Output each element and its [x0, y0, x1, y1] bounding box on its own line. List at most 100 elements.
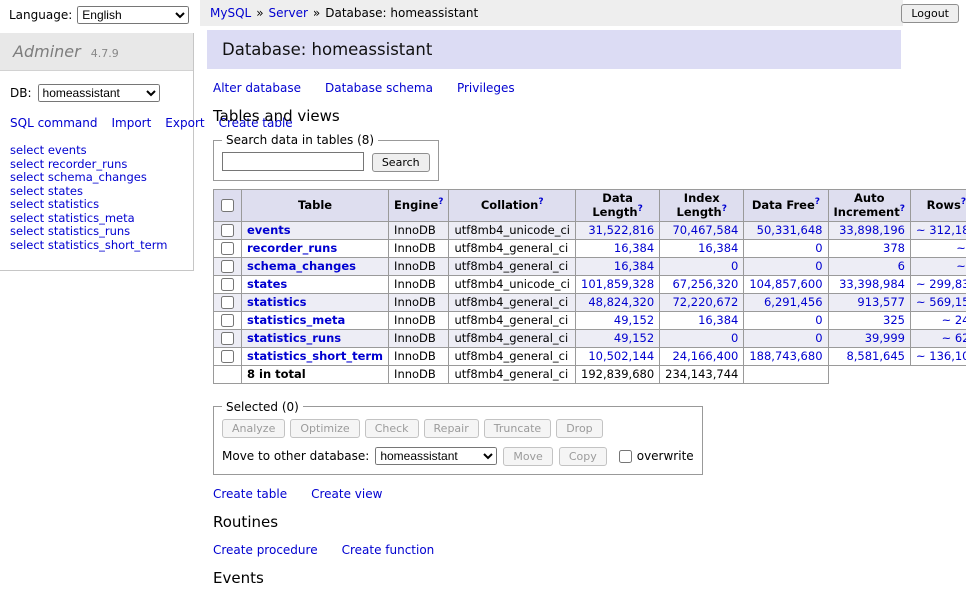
sidebar-table-link[interactable]: select statistics_runs [10, 224, 130, 238]
row-select-checkbox[interactable] [221, 260, 234, 273]
index-length-link[interactable]: 0 [731, 331, 738, 345]
selected-action-button[interactable]: Truncate [484, 419, 551, 438]
selected-action-button[interactable]: Analyze [222, 419, 285, 438]
copy-button[interactable]: Copy [559, 447, 607, 466]
table-name-link[interactable]: statistics_meta [247, 313, 345, 327]
rows-count-link[interactable]: ~ 3 [956, 259, 966, 273]
auto-increment-link[interactable]: 913,577 [857, 295, 905, 309]
sidebar-table-link[interactable]: select states [10, 184, 83, 198]
sidebar-link[interactable]: Import [111, 116, 151, 130]
data-length-link[interactable]: 16,384 [614, 259, 654, 273]
row-select-checkbox[interactable] [221, 332, 234, 345]
sidebar-table-link[interactable]: select schema_changes [10, 170, 147, 184]
create-link[interactable]: Create table [213, 487, 287, 501]
engine-help-link[interactable]: ? [438, 197, 443, 207]
auto-increment-help-link[interactable]: ? [900, 204, 905, 214]
data-length-link[interactable]: 49,152 [614, 313, 654, 327]
data-free-link[interactable]: 0 [815, 331, 822, 345]
db-action-link[interactable]: Database schema [325, 81, 433, 95]
data-length-link[interactable]: 101,859,328 [581, 277, 654, 291]
data-length-link[interactable]: 49,152 [614, 331, 654, 345]
index-length-link[interactable]: 70,467,584 [672, 223, 738, 237]
index-length-link[interactable]: 67,256,320 [672, 277, 738, 291]
search-button[interactable]: Search [372, 153, 430, 172]
language-select[interactable]: English [77, 6, 189, 24]
logout-button[interactable]: Logout [901, 4, 959, 23]
db-select[interactable]: homeassistant [38, 84, 160, 102]
rows-count-link[interactable]: ~ 136,108 [916, 349, 966, 363]
collation-help-link[interactable]: ? [538, 197, 543, 207]
data-length-help-link[interactable]: ? [638, 204, 643, 214]
auto-increment-link[interactable]: 8,581,645 [846, 349, 905, 363]
index-length-link[interactable]: 72,220,672 [672, 295, 738, 309]
index-length-link[interactable]: 0 [731, 259, 738, 273]
data-length-link[interactable]: 31,522,816 [588, 223, 654, 237]
auto-increment-link[interactable]: 33,898,196 [839, 223, 905, 237]
index-length-link[interactable]: 16,384 [698, 313, 738, 327]
select-all-checkbox[interactable] [221, 199, 234, 212]
data-free-link[interactable]: 0 [815, 313, 822, 327]
breadcrumb-mysql-link[interactable]: MySQL [210, 6, 251, 20]
db-action-link[interactable]: Privileges [457, 81, 515, 95]
selected-action-button[interactable]: Optimize [290, 419, 359, 438]
overwrite-checkbox[interactable] [619, 450, 632, 463]
table-name-link[interactable]: events [247, 223, 291, 237]
table-name-link[interactable]: statistics_runs [247, 331, 341, 345]
table-name-link[interactable]: statistics_short_term [247, 349, 383, 363]
move-db-select[interactable]: homeassistant [375, 447, 497, 465]
move-button[interactable]: Move [503, 447, 553, 466]
data-free-link[interactable]: 0 [815, 259, 822, 273]
table-name-link[interactable]: states [247, 277, 287, 291]
rows-count-link[interactable]: ~ 244 [942, 313, 966, 327]
table-name-link[interactable]: schema_changes [247, 259, 356, 273]
rows-count-link[interactable]: ~ 569,159 [916, 295, 966, 309]
sidebar-table-link[interactable]: select statistics_short_term [10, 238, 167, 252]
data-free-link[interactable]: 50,331,648 [757, 223, 823, 237]
routine-link[interactable]: Create procedure [213, 543, 318, 557]
rows-count-link[interactable]: ~ 628 [942, 331, 966, 345]
selected-action-button[interactable]: Repair [424, 419, 479, 438]
create-link[interactable]: Create view [311, 487, 382, 501]
data-free-link[interactable]: 188,743,680 [749, 349, 822, 363]
row-select-checkbox[interactable] [221, 224, 234, 237]
data-length-link[interactable]: 16,384 [614, 241, 654, 255]
sidebar-table-link[interactable]: select statistics [10, 197, 99, 211]
row-select-checkbox[interactable] [221, 314, 234, 327]
search-input[interactable] [222, 152, 364, 171]
data-free-link[interactable]: 104,857,600 [749, 277, 822, 291]
sidebar-link[interactable]: Export [165, 116, 204, 130]
selected-action-button[interactable]: Drop [556, 419, 602, 438]
auto-increment-link[interactable]: 6 [898, 259, 905, 273]
data-free-link[interactable]: 6,291,456 [764, 295, 823, 309]
data-free-help-link[interactable]: ? [815, 197, 820, 207]
data-length-link[interactable]: 48,824,320 [588, 295, 654, 309]
table-name-link[interactable]: statistics [247, 295, 307, 309]
index-length-help-link[interactable]: ? [722, 204, 727, 214]
sidebar-link[interactable]: SQL command [10, 116, 97, 130]
index-length-link[interactable]: 16,384 [698, 241, 738, 255]
auto-increment-link[interactable]: 325 [883, 313, 905, 327]
row-select-checkbox[interactable] [221, 350, 234, 363]
table-name-link[interactable]: recorder_runs [247, 241, 337, 255]
data-length-link[interactable]: 10,502,144 [588, 349, 654, 363]
auto-increment-link[interactable]: 378 [883, 241, 905, 255]
table-row: schema_changes InnoDB utf8mb4_general_ci… [214, 257, 966, 275]
auto-increment-link[interactable]: 39,999 [865, 331, 905, 345]
db-action-link[interactable]: Alter database [213, 81, 301, 95]
auto-increment-link[interactable]: 33,398,984 [839, 277, 905, 291]
row-select-checkbox[interactable] [221, 296, 234, 309]
data-free-link[interactable]: 0 [815, 241, 822, 255]
row-select-checkbox[interactable] [221, 278, 234, 291]
breadcrumb-server-link[interactable]: Server [269, 6, 308, 20]
sidebar-table-link[interactable]: select recorder_runs [10, 157, 127, 171]
sidebar-table-link[interactable]: select events [10, 143, 87, 157]
row-select-checkbox[interactable] [221, 242, 234, 255]
routine-link[interactable]: Create function [342, 543, 435, 557]
index-length-link[interactable]: 24,166,400 [672, 349, 738, 363]
rows-count-link[interactable]: ~ 5 [956, 241, 966, 255]
rows-help-link[interactable]: ? [961, 197, 966, 207]
rows-count-link[interactable]: ~ 312,180 [916, 223, 966, 237]
rows-count-link[interactable]: ~ 299,833 [916, 277, 966, 291]
sidebar-table-link[interactable]: select statistics_meta [10, 211, 135, 225]
selected-action-button[interactable]: Check [365, 419, 419, 438]
